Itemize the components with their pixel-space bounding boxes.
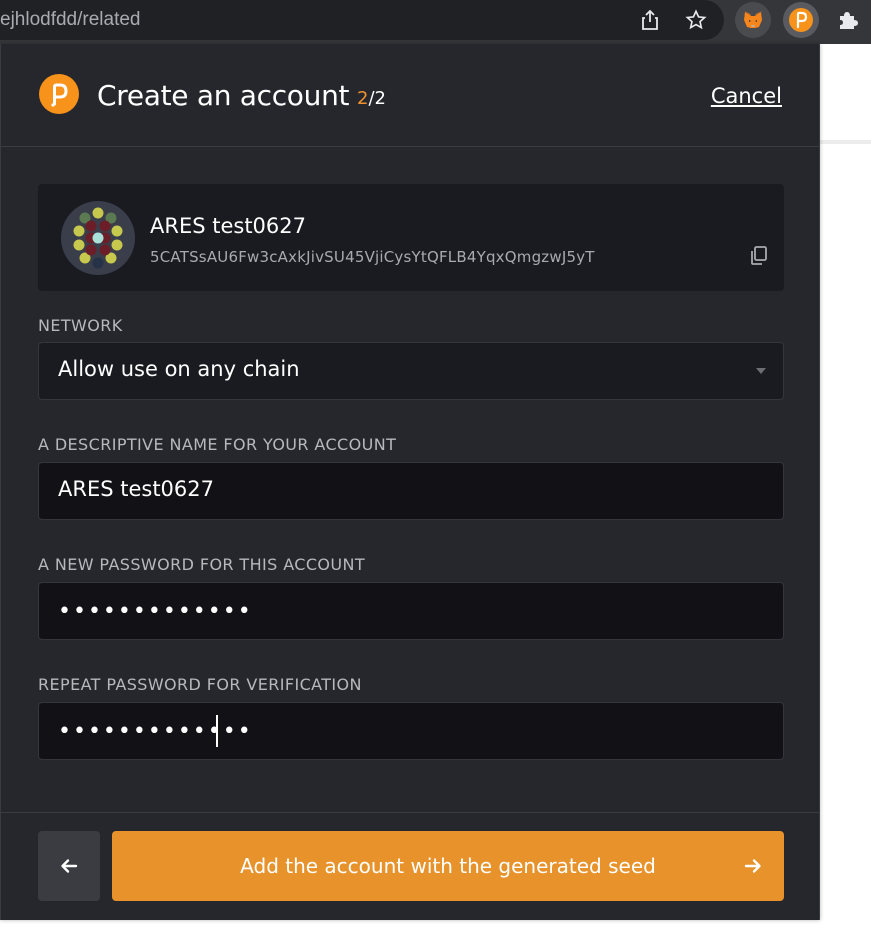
repeat-password-input[interactable]: ••••••••••••• — [38, 702, 784, 760]
page-title: Create an account — [97, 79, 350, 112]
account-address: 5CATSsAU6Fw3cAxkJivSU45VjiCysYtQFLB4YqxQ… — [150, 248, 595, 266]
step-indicator: 2/2 — [357, 88, 386, 109]
step-total: /2 — [368, 88, 386, 109]
text-caret — [216, 715, 218, 747]
back-button[interactable] — [38, 831, 100, 901]
chevron-down-icon — [756, 368, 766, 374]
popup-header: Create an account 2/2 Cancel — [1, 44, 819, 147]
password-label: A NEW PASSWORD FOR THIS ACCOUNT — [38, 555, 366, 574]
account-name-input[interactable]: ARES test0627 — [38, 462, 784, 520]
polkadot-extension-icon[interactable] — [783, 2, 819, 38]
repeat-password-input-value: ••••••••••••• — [58, 719, 253, 744]
account-name-input-value: ARES test0627 — [58, 477, 215, 501]
network-label: NETWORK — [38, 316, 123, 335]
add-account-button[interactable]: Add the account with the generated seed — [112, 831, 784, 901]
copy-icon[interactable] — [748, 244, 770, 266]
account-name: ARES test0627 — [150, 214, 307, 238]
polkadot-logo-icon — [39, 74, 79, 114]
password-input-value: ••••••••••••• — [58, 599, 253, 624]
network-select-value: Allow use on any chain — [58, 357, 300, 381]
extension-popup: Create an account 2/2 Cancel ARES test06… — [0, 44, 820, 920]
url-text[interactable]: ejhlodfdd/related — [0, 9, 141, 31]
add-account-button-label: Add the account with the generated seed — [240, 854, 656, 878]
address-bar[interactable]: ejhlodfdd/related — [0, 0, 724, 40]
background-page-divider — [820, 140, 871, 144]
account-name-label: A DESCRIPTIVE NAME FOR YOUR ACCOUNT — [38, 435, 397, 454]
step-current: 2 — [357, 88, 369, 109]
puzzle-extensions-icon[interactable] — [834, 6, 862, 34]
cancel-link[interactable]: Cancel — [711, 84, 782, 108]
password-input[interactable]: ••••••••••••• — [38, 582, 784, 640]
browser-toolbar: ejhlodfdd/related — [0, 0, 871, 44]
star-icon[interactable] — [682, 6, 710, 34]
network-select[interactable]: Allow use on any chain — [38, 342, 784, 400]
repeat-password-label: REPEAT PASSWORD FOR VERIFICATION — [38, 675, 362, 694]
account-card: ARES test0627 5CATSsAU6Fw3cAxkJivSU45Vji… — [38, 184, 784, 291]
account-identicon — [61, 201, 135, 275]
share-icon[interactable] — [636, 6, 664, 34]
arrow-right-icon — [744, 859, 761, 873]
metamask-fox-icon[interactable] — [735, 2, 771, 38]
arrow-left-icon — [61, 859, 78, 873]
popup-footer: Add the account with the generated seed — [1, 812, 819, 920]
